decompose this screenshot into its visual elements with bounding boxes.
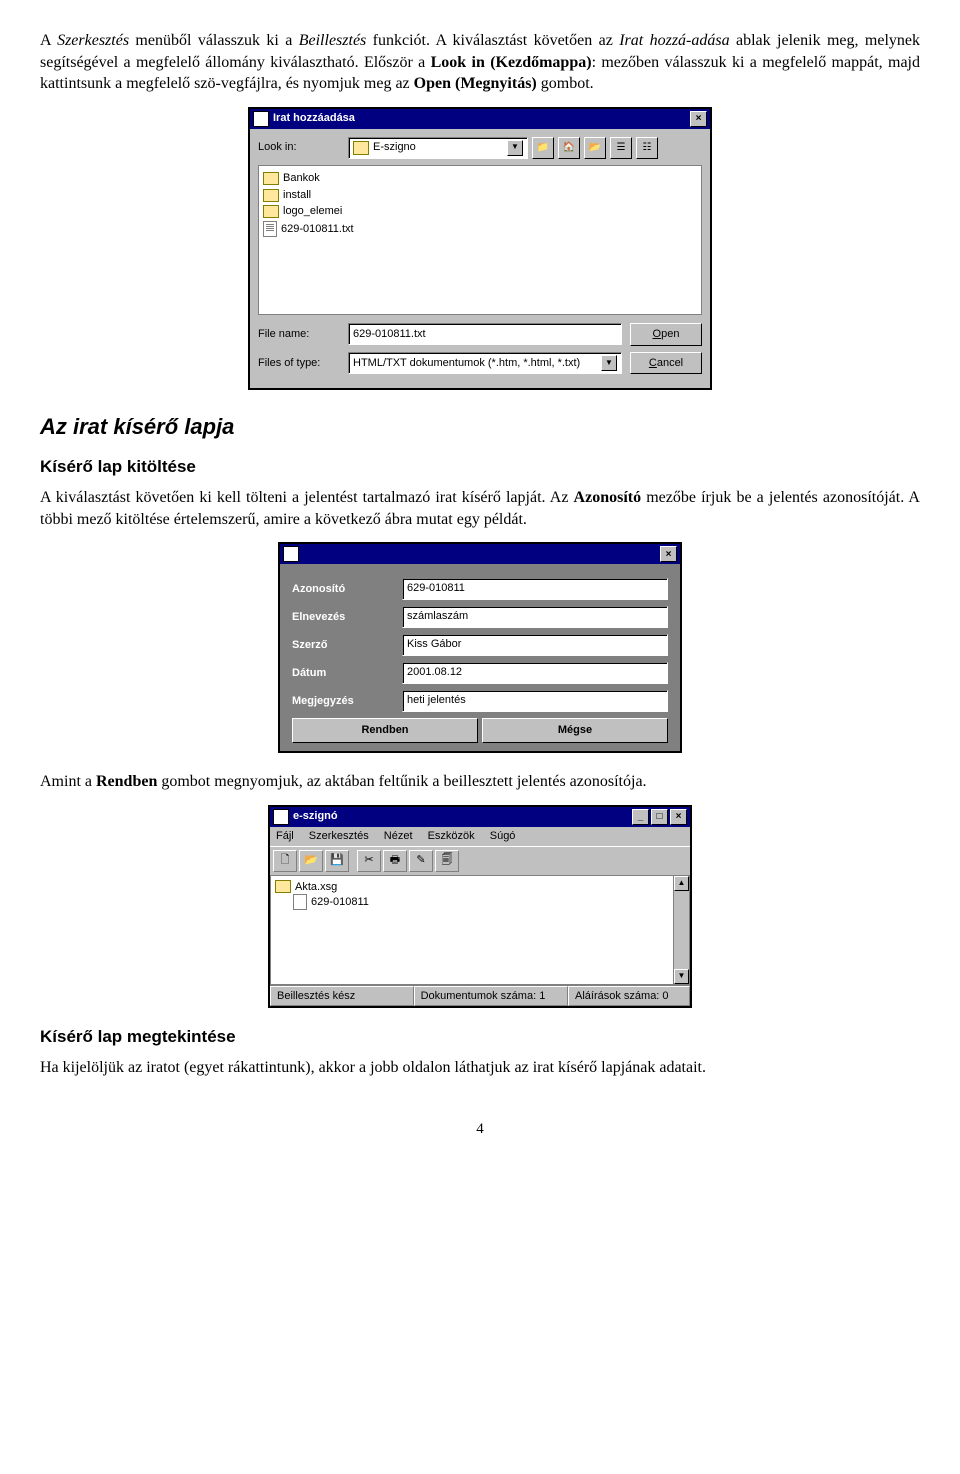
field-label: Azonosító — [292, 582, 402, 597]
paragraph-4: Ha kijelöljük az iratot (egyet rákattint… — [40, 1057, 920, 1079]
file-list[interactable]: Bankok install logo_elemei 629-010811.tx… — [258, 165, 702, 315]
page-number: 4 — [40, 1119, 920, 1139]
dialog-metadata: × Azonosító629-010811 Elnevezésszámlaszá… — [278, 542, 682, 753]
filetype-label: Files of type: — [258, 356, 348, 371]
folder-icon — [275, 880, 291, 893]
titlebar: e-szignó _ □ × — [270, 807, 690, 827]
maximize-icon[interactable]: □ — [651, 809, 668, 825]
menu-item[interactable]: Nézet — [384, 830, 413, 842]
titlebar-icon — [283, 546, 299, 562]
azonosito-input[interactable]: 629-010811 — [402, 578, 668, 600]
list-item[interactable]: install — [263, 187, 697, 204]
cancel-button[interactable]: Mégse — [482, 718, 668, 743]
detail-view-icon[interactable]: ☷ — [636, 137, 658, 159]
chevron-down-icon[interactable]: ▼ — [507, 140, 523, 156]
list-view-icon[interactable]: ☰ — [610, 137, 632, 159]
dialog-add-file: Irat hozzáadása × Look in: E-szigno ▼ 📁 … — [248, 107, 712, 391]
text-file-icon — [263, 221, 277, 237]
doc-icon[interactable]: 🗐 — [435, 850, 459, 872]
sub-heading: Kísérő lap megtekintése — [40, 1026, 920, 1049]
paragraph-1: A Szerkesztés menüből válasszuk ki a Bei… — [40, 30, 920, 95]
szerzo-input[interactable]: Kiss Gábor — [402, 634, 668, 656]
cut-icon[interactable]: ✂ — [357, 850, 381, 872]
sign-icon[interactable]: ✎ — [409, 850, 433, 872]
folder-icon — [353, 141, 369, 155]
menu-item[interactable]: Szerkesztés — [309, 830, 369, 842]
toolbar: 🗋 📂 💾 ✂ 🖶 ✎ 🗐 — [270, 846, 690, 875]
filetype-combo[interactable]: HTML/TXT dokumentumok (*.htm, *.html, *.… — [348, 352, 622, 374]
scroll-down-icon[interactable]: ▼ — [674, 969, 689, 984]
menu-item[interactable]: Fájl — [276, 830, 294, 842]
tree-view[interactable]: Akta.xsg 629-010811 ▲▼ — [270, 875, 690, 985]
app-icon — [273, 809, 289, 825]
home-icon[interactable]: 🏠 — [558, 137, 580, 159]
status-bar: Beillesztés kész Dokumentumok száma: 1 A… — [270, 985, 690, 1007]
sub-heading: Kísérő lap kitöltése — [40, 456, 920, 479]
open-icon[interactable]: 📂 — [299, 850, 323, 872]
field-label: Dátum — [292, 666, 402, 681]
menubar: Fájl Szerkesztés Nézet Eszközök Súgó — [270, 827, 690, 846]
ok-button[interactable]: Rendben — [292, 718, 478, 743]
folder-icon — [263, 172, 279, 185]
text-file-icon — [293, 894, 307, 910]
lookin-label: Look in: — [258, 140, 348, 155]
list-item[interactable]: logo_elemei — [263, 203, 697, 220]
field-label: Megjegyzés — [292, 694, 402, 709]
megjegyzes-input[interactable]: heti jelentés — [402, 690, 668, 712]
up-folder-icon[interactable]: 📁 — [532, 137, 554, 159]
app-window: e-szignó _ □ × Fájl Szerkesztés Nézet Es… — [268, 805, 692, 1009]
close-icon[interactable]: × — [660, 546, 677, 562]
titlebar-text: Irat hozzáadása — [273, 111, 355, 126]
folder-icon — [263, 205, 279, 218]
titlebar: × — [280, 544, 680, 564]
field-label: Elnevezés — [292, 610, 402, 625]
menu-item[interactable]: Eszközök — [428, 830, 475, 842]
status-cell: Aláírások száma: 0 — [568, 986, 690, 1007]
scroll-up-icon[interactable]: ▲ — [674, 876, 689, 891]
lookin-combo[interactable]: E-szigno ▼ — [348, 137, 528, 159]
status-cell: Beillesztés kész — [270, 986, 414, 1007]
close-icon[interactable]: × — [690, 111, 707, 127]
save-icon[interactable]: 💾 — [325, 850, 349, 872]
status-cell: Dokumentumok száma: 1 — [414, 986, 568, 1007]
open-button[interactable]: Open — [630, 323, 702, 346]
print-icon[interactable]: 🖶 — [383, 850, 407, 872]
cancel-button[interactable]: Cancel — [630, 352, 702, 375]
titlebar: Irat hozzáadása × — [250, 109, 710, 129]
new-folder-icon[interactable]: 📂 — [584, 137, 606, 159]
list-item[interactable]: 629-010811.txt — [263, 220, 697, 238]
filename-label: File name: — [258, 327, 348, 342]
section-heading: Az irat kísérő lapja — [40, 412, 920, 442]
list-item[interactable]: Bankok — [263, 170, 697, 187]
paragraph-2: A kiválasztást követően ki kell tölteni … — [40, 487, 920, 530]
folder-icon — [263, 189, 279, 202]
menu-item[interactable]: Súgó — [490, 830, 516, 842]
minimize-icon[interactable]: _ — [632, 809, 649, 825]
titlebar-icon — [253, 111, 269, 127]
scrollbar[interactable]: ▲▼ — [673, 876, 689, 984]
filename-input[interactable]: 629-010811.txt — [348, 323, 622, 345]
close-icon[interactable]: × — [670, 809, 687, 825]
elnevezes-input[interactable]: számlaszám — [402, 606, 668, 628]
field-label: Szerző — [292, 638, 402, 653]
titlebar-text: e-szignó — [293, 809, 338, 824]
paragraph-3: Amint a Rendben gombot megnyomjuk, az ak… — [40, 771, 920, 793]
datum-input[interactable]: 2001.08.12 — [402, 662, 668, 684]
chevron-down-icon[interactable]: ▼ — [601, 355, 617, 371]
new-icon[interactable]: 🗋 — [273, 850, 297, 872]
